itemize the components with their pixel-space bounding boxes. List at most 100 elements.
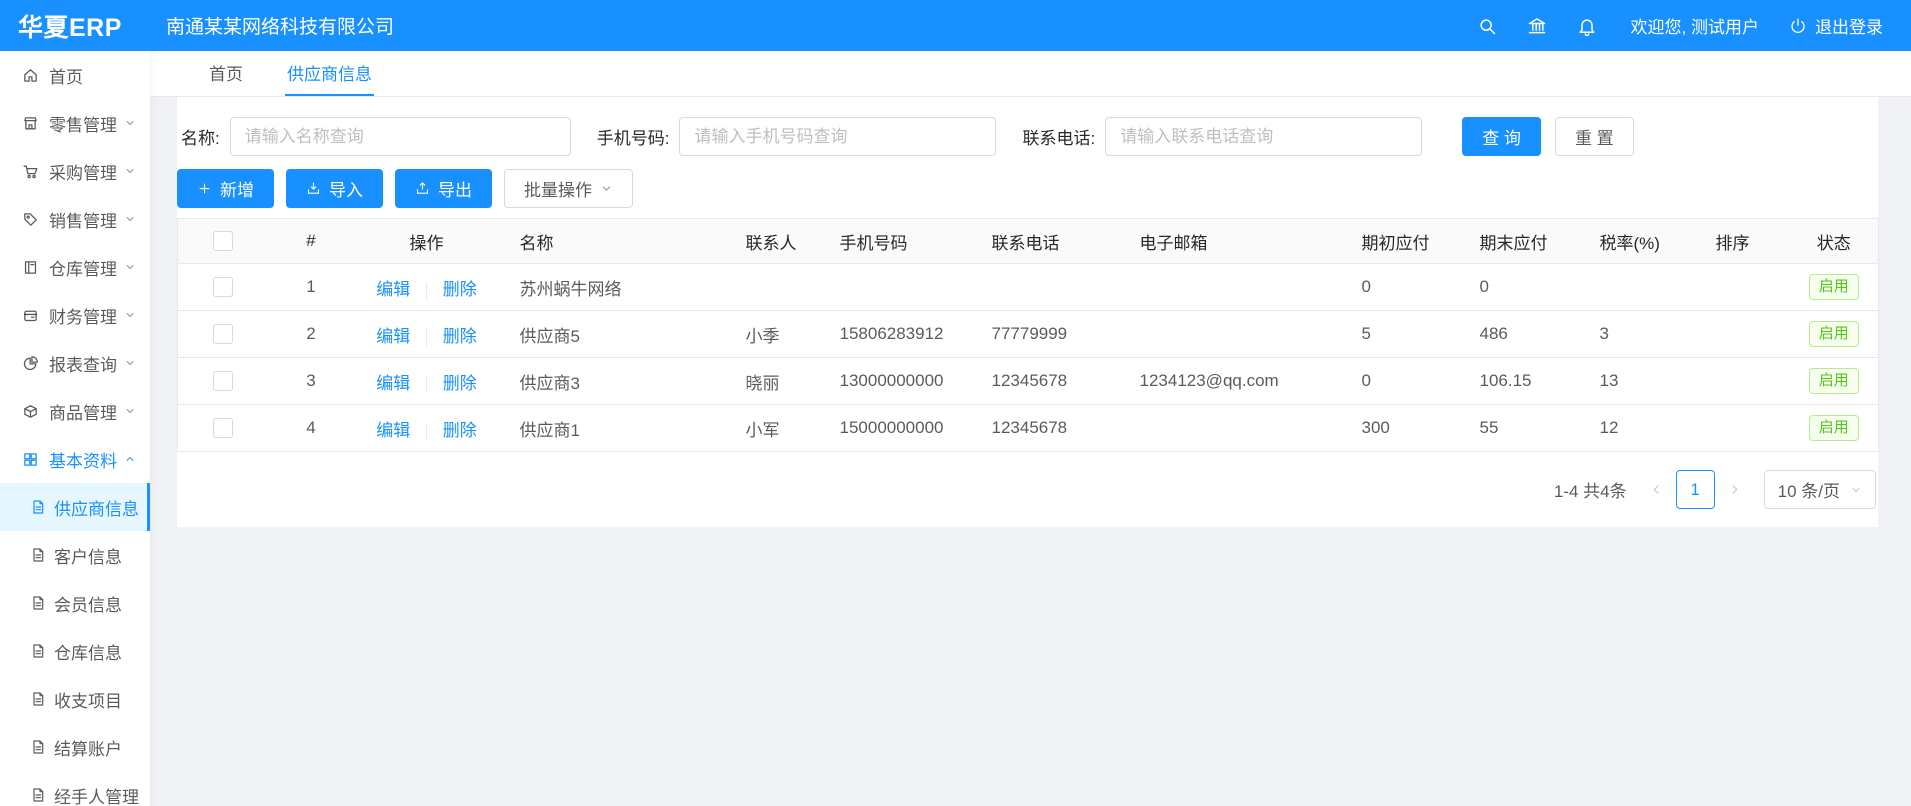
delete-link[interactable]: 删除 [443,421,477,440]
delete-link[interactable]: 删除 [443,327,477,346]
tel-filter-input[interactable] [1105,117,1422,156]
sidebar-item-home[interactable]: 首页 [0,51,150,99]
cell-tel: 12345678 [972,358,1120,405]
edit-link[interactable]: 编辑 [376,327,410,346]
document-icon [30,643,46,659]
status-badge[interactable]: 启用 [1809,274,1859,300]
column-mobile: 手机号码 [820,219,972,264]
content-card: 名称: 手机号码: 联系电话: 查 询 重 置 新增 导入 导出 [177,97,1878,527]
sidebar-item-report-query[interactable]: 报表查询 [0,339,150,387]
welcome-text: 欢迎您, 测试用户 [1631,13,1759,38]
column-name: 名称 [500,219,726,264]
sidebar-item-handler-management[interactable]: 经手人管理 [0,771,150,806]
bank-icon[interactable] [1527,16,1547,36]
import-button-label: 导入 [329,176,363,201]
table-header-row: # 操作 名称 联系人 手机号码 联系电话 电子邮箱 期初应付 期末应付 税率(… [178,219,1879,264]
name-filter-input[interactable] [230,117,571,156]
sidebar-item-customer-info[interactable]: 客户信息 [0,531,150,579]
cell-sort [1696,405,1790,452]
sidebar-item-goods-management[interactable]: 商品管理 [0,387,150,435]
sidebar-item-label: 基本资料 [49,447,117,472]
cell-mobile: 15806283912 [820,311,972,358]
delete-link[interactable]: 删除 [443,374,477,393]
toolbar: 新增 导入 导出 批量操作 [177,169,1878,208]
edit-link[interactable]: 编辑 [376,374,410,393]
import-button[interactable]: 导入 [286,169,383,208]
status-badge[interactable]: 启用 [1809,415,1859,441]
column-email: 电子邮箱 [1120,219,1342,264]
cell-begin-payable: 5 [1342,311,1460,358]
cell-status: 启用 [1790,311,1879,358]
sidebar-item-warehouse-management[interactable]: 仓库管理 [0,243,150,291]
delete-link[interactable]: 删除 [443,280,477,299]
cell-end-payable: 0 [1460,264,1580,311]
cell-index: 4 [269,405,354,452]
tab-supplier-info[interactable]: 供应商信息 [285,51,374,96]
cell-name: 供应商3 [500,358,726,405]
box-icon [22,403,39,420]
home-icon [22,67,39,84]
cell-end-payable: 106.15 [1460,358,1580,405]
row-checkbox[interactable] [213,277,233,297]
sidebar-item-income-expense-item[interactable]: 收支项目 [0,675,150,723]
company-name: 南通某某网络科技有限公司 [166,12,394,39]
document-icon [30,691,46,707]
bell-icon[interactable] [1577,16,1597,36]
cell-tel: 12345678 [972,405,1120,452]
sidebar-item-warehouse-info[interactable]: 仓库信息 [0,627,150,675]
reset-button[interactable]: 重 置 [1555,117,1634,156]
tel-filter-label: 联系电话: [1022,124,1095,149]
edit-link[interactable]: 编辑 [376,280,410,299]
sidebar-item-label: 商品管理 [49,399,117,424]
chevron-up-icon [124,453,136,465]
wallet-icon [22,307,39,324]
table-row: 3 编辑 删除 供应商3 晓丽 13000000000 12345678 123… [178,358,1879,405]
cell-begin-payable: 300 [1342,405,1460,452]
sidebar-item-member-info[interactable]: 会员信息 [0,579,150,627]
next-page-button[interactable] [1715,470,1754,509]
logout-button[interactable]: 退出登录 [1789,13,1883,38]
status-badge[interactable]: 启用 [1809,368,1859,394]
sidebar-item-supplier-info[interactable]: 供应商信息 [0,483,150,531]
sidebar-item-sales-management[interactable]: 销售管理 [0,195,150,243]
add-button[interactable]: 新增 [177,169,274,208]
status-badge[interactable]: 启用 [1809,321,1859,347]
page-size-select[interactable]: 10 条/页 [1764,470,1876,509]
column-contact: 联系人 [726,219,820,264]
document-icon [30,739,46,755]
edit-link[interactable]: 编辑 [376,421,410,440]
cart-icon [22,163,39,180]
import-icon [306,181,321,196]
cell-mobile: 13000000000 [820,358,972,405]
export-button[interactable]: 导出 [395,169,492,208]
sidebar-item-label: 供应商信息 [54,495,139,520]
chevron-down-icon [600,182,613,195]
prev-page-button[interactable] [1637,470,1676,509]
sidebar-item-basic-data[interactable]: 基本资料 [0,435,150,483]
row-checkbox[interactable] [213,371,233,391]
sidebar-item-settlement-account[interactable]: 结算账户 [0,723,150,771]
search-icon[interactable] [1477,16,1497,36]
supplier-table-body: 1 编辑 删除 苏州蜗牛网络 0 0 启用 2 编辑 删除 供应商5 小季 15… [178,264,1879,452]
name-filter-label: 名称: [181,124,220,149]
page-number-button[interactable]: 1 [1676,470,1715,509]
add-button-label: 新增 [220,176,254,201]
chevron-down-icon [124,165,136,177]
batch-operation-button[interactable]: 批量操作 [504,169,633,208]
mobile-filter-input[interactable] [679,117,996,156]
cell-operation: 编辑 删除 [354,405,500,452]
tab-home[interactable]: 首页 [207,51,245,96]
document-icon [30,787,46,803]
pagination-total: 1-4 共4条 [1554,477,1627,502]
cell-email [1120,405,1342,452]
sidebar-item-purchase-management[interactable]: 采购管理 [0,147,150,195]
sidebar-item-label: 收支项目 [54,687,122,712]
mobile-filter-label: 手机号码: [597,124,670,149]
row-checkbox[interactable] [213,418,233,438]
row-checkbox[interactable] [213,324,233,344]
sidebar-item-retail-management[interactable]: 零售管理 [0,99,150,147]
search-button[interactable]: 查 询 [1462,117,1541,156]
sidebar-item-finance-management[interactable]: 财务管理 [0,291,150,339]
select-all-checkbox[interactable] [213,231,233,251]
sidebar: 首页 零售管理 采购管理 销售管理 仓库管理 财务管理 报表查询 商品管理 基本… [0,51,150,806]
